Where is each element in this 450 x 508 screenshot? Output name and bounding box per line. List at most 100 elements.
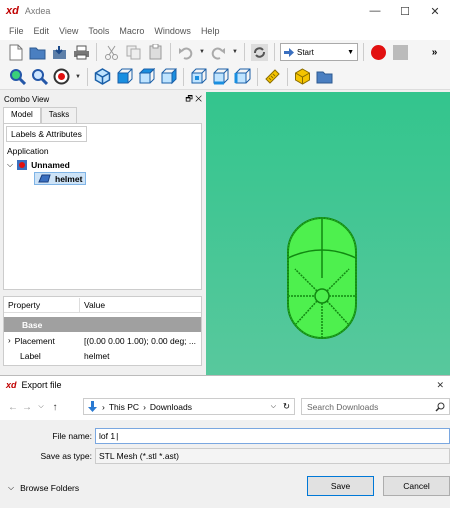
breadcrumb-downloads[interactable]: Downloads (150, 402, 192, 412)
refresh-icon[interactable] (250, 43, 269, 62)
breadcrumb-this-pc[interactable]: This PC (109, 402, 139, 412)
menu-edit[interactable]: Edit (29, 26, 55, 36)
app-logo: xd (6, 5, 19, 17)
property-row-placement[interactable]: › Placement [(0.00 0.00 1.00); 0.00 deg;… (4, 333, 201, 348)
group-folder-icon[interactable] (315, 67, 334, 86)
menu-file[interactable]: File (4, 26, 29, 36)
cancel-button[interactable]: Cancel (383, 476, 450, 496)
window-titlebar: xd Axdea — ☐ ✕ (0, 0, 450, 22)
workbench-selector[interactable]: Start ▼ (280, 43, 358, 61)
fit-selection-icon[interactable] (30, 67, 49, 86)
save-button[interactable]: Save (307, 476, 374, 496)
cut-icon[interactable] (102, 43, 121, 62)
undo-dropdown-icon[interactable]: ▼ (198, 49, 206, 55)
save-type-row: Save as type: STL Mesh (*.stl *.ast) (0, 447, 450, 465)
toolbar-separator (274, 43, 275, 61)
tree-document[interactable]: ⌵ Unnamed (7, 159, 70, 171)
3d-viewport[interactable] (206, 92, 450, 375)
combo-tabs: Model Tasks (0, 107, 206, 123)
toolbar-separator (170, 43, 171, 61)
toolbar-overflow-icon[interactable]: » (425, 43, 444, 62)
property-row-label[interactable]: Label helmet (4, 348, 201, 363)
search-input[interactable]: Search Downloads (301, 398, 450, 415)
left-view-icon[interactable] (233, 67, 252, 86)
chevron-right-icon[interactable]: › (8, 336, 11, 345)
paste-icon[interactable] (146, 43, 165, 62)
fit-all-icon[interactable] (8, 67, 27, 86)
menu-tools[interactable]: Tools (83, 26, 114, 36)
menu-macro[interactable]: Macro (114, 26, 149, 36)
chevron-down-icon[interactable]: ⌵ (7, 160, 13, 170)
property-column-header: Property (4, 298, 80, 312)
measure-icon[interactable] (263, 67, 282, 86)
tab-tasks[interactable]: Tasks (40, 107, 78, 123)
redo-dropdown-icon[interactable]: ▼ (231, 49, 239, 55)
file-name-input[interactable]: lof 1 | (95, 428, 450, 444)
menu-windows[interactable]: Windows (149, 26, 196, 36)
recent-dropdown-icon[interactable]: ⌵ (34, 403, 48, 411)
toolbar-separator (87, 67, 88, 86)
toolbar-separator (257, 67, 258, 86)
print-icon[interactable] (72, 43, 91, 62)
undo-icon[interactable] (176, 43, 195, 62)
rear-view-icon[interactable] (189, 67, 208, 86)
property-header: Property Value (4, 298, 201, 313)
back-arrow-icon[interactable]: ← (6, 402, 20, 413)
front-view-icon[interactable] (115, 67, 134, 86)
dialog-bottom-bar: ⌵ Browse Folders Save Cancel (0, 472, 450, 508)
search-icon (435, 402, 445, 412)
file-name-row: File name: lof 1 | (0, 427, 450, 445)
file-name-value: lof 1 (99, 431, 116, 441)
draw-style-dropdown-icon[interactable]: ▼ (74, 74, 82, 80)
property-group-base[interactable]: Base (4, 317, 201, 332)
file-name-label: File name: (52, 431, 92, 441)
record-macro-icon[interactable] (369, 43, 388, 62)
menu-help[interactable]: Help (196, 26, 225, 36)
tab-labels-attributes[interactable]: Labels & Attributes (6, 126, 87, 142)
tree-object-helmet[interactable]: helmet (34, 172, 87, 185)
open-folder-icon[interactable] (28, 43, 47, 62)
property-value[interactable]: [(0.00 0.00 1.00); 0.00 deg; ... (80, 336, 201, 346)
property-group-label: Base (22, 319, 43, 330)
right-view-icon[interactable] (159, 67, 178, 86)
minimize-button[interactable]: — (360, 0, 390, 22)
part-icon[interactable] (293, 67, 312, 86)
isometric-view-icon[interactable] (93, 67, 112, 86)
up-arrow-icon[interactable]: ↑ (48, 402, 62, 413)
browse-folders-toggle[interactable]: ⌵ Browse Folders (8, 483, 79, 493)
address-dropdown-icon[interactable]: ⌵ (271, 403, 276, 411)
tree-root: Application (7, 146, 49, 156)
redo-icon[interactable] (209, 43, 228, 62)
property-value[interactable]: helmet (80, 351, 201, 361)
combo-view-title: Combo View (4, 95, 50, 104)
menu-view[interactable]: View (54, 26, 83, 36)
refresh-icon[interactable]: ↻ (283, 401, 290, 412)
document-icon (17, 160, 28, 170)
arrow-right-icon (284, 47, 294, 57)
forward-arrow-icon[interactable]: → (20, 402, 34, 413)
close-button[interactable]: ✕ (420, 0, 450, 22)
address-row: ← → ⌵ ↑ › This PC › Downloads ⌵ ↻ Search… (0, 396, 450, 418)
maximize-button[interactable]: ☐ (390, 0, 420, 22)
save-icon[interactable] (50, 43, 69, 62)
property-name: Label (20, 350, 41, 361)
stop-macro-icon[interactable] (391, 43, 410, 62)
tree-object-label: helmet (55, 173, 83, 184)
dialog-close-button[interactable]: ✕ (436, 380, 444, 391)
dialog-fields-area: File name: lof 1 | Save as type: STL Mes… (0, 420, 450, 472)
save-type-select[interactable]: STL Mesh (*.stl *.ast) (95, 448, 450, 464)
tab-model[interactable]: Model (3, 107, 41, 123)
toolbar-separator (183, 67, 184, 86)
combo-view-float-close-icon[interactable]: 🗗 ✕ (185, 93, 202, 107)
breadcrumb-separator: › (143, 401, 146, 412)
tree-object-selected[interactable]: helmet (34, 172, 87, 185)
search-placeholder: Search Downloads (307, 401, 379, 412)
draw-style-icon[interactable] (52, 67, 71, 86)
address-bar[interactable]: › This PC › Downloads ⌵ ↻ (83, 398, 295, 415)
new-file-icon[interactable] (6, 43, 25, 62)
bottom-view-icon[interactable] (211, 67, 230, 86)
copy-icon[interactable] (124, 43, 143, 62)
chevron-down-icon: ⌵ (8, 483, 15, 492)
top-view-icon[interactable] (137, 67, 156, 86)
save-type-label: Save as type: (40, 451, 92, 461)
